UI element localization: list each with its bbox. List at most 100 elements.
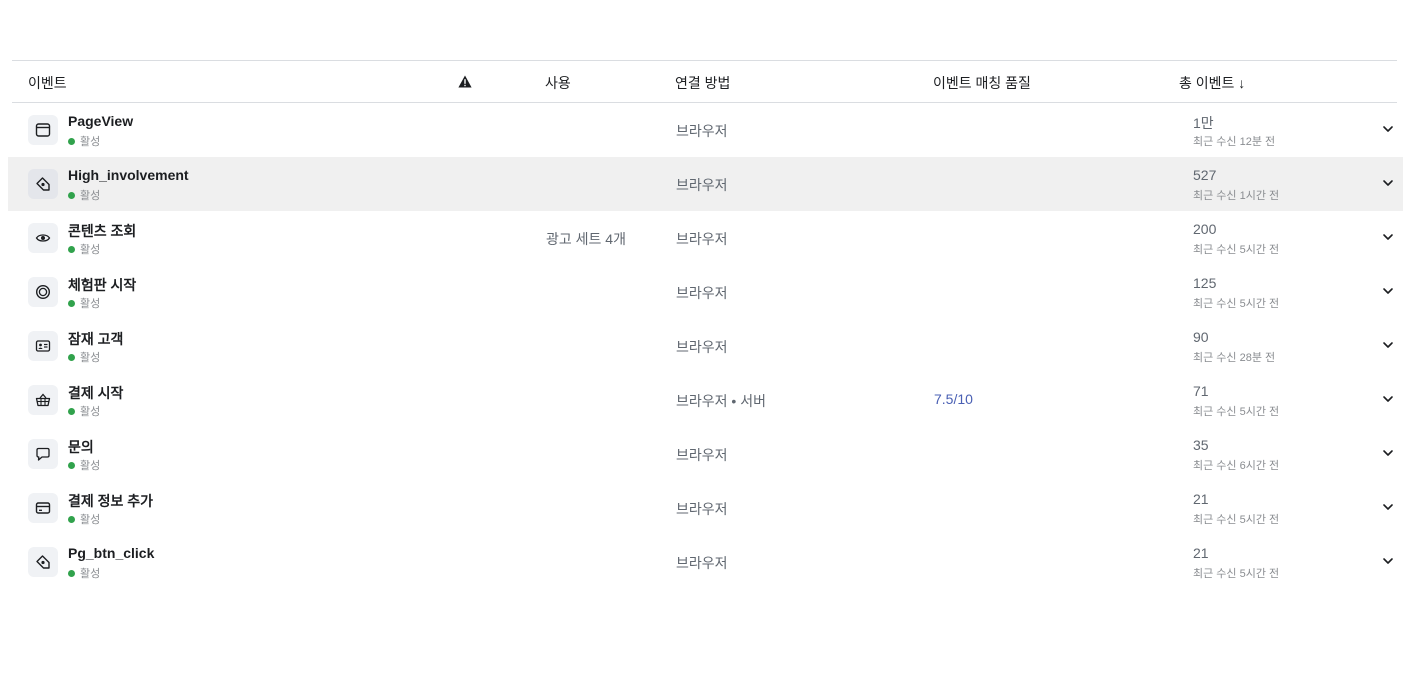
tag-icon (28, 547, 58, 577)
total-events: 35 (1193, 437, 1209, 453)
status-label: 활성 (80, 190, 101, 202)
status-dot (68, 407, 75, 415)
header-usage[interactable]: 사용 (545, 73, 571, 93)
total-events: 21 (1193, 491, 1209, 507)
browser-window-icon (28, 115, 58, 145)
connection-method: 브라우저 (676, 177, 728, 193)
total-events: 21 (1193, 545, 1209, 561)
status-label: 활성 (80, 460, 101, 472)
status-active: 활성 (68, 133, 100, 149)
status-active: 활성 (68, 403, 100, 419)
event-name[interactable]: 문의 (68, 437, 94, 457)
last-received: 최근 수신 5시간 전 (1193, 568, 1280, 580)
table-row[interactable]: 결제 정보 추가활성 브라우저 21 최근 수신 5시간 전 (12, 481, 1397, 535)
total-events: 71 (1193, 383, 1209, 399)
status-label: 활성 (80, 568, 101, 580)
last-received: 최근 수신 28분 전 (1193, 352, 1276, 364)
event-name[interactable]: 체험판 시작 (68, 275, 136, 295)
total-events: 200 (1193, 221, 1217, 237)
last-received: 최근 수신 5시간 전 (1193, 298, 1280, 310)
chevron-down-icon[interactable] (1382, 447, 1394, 459)
status-label: 활성 (80, 298, 101, 310)
status-dot (68, 245, 75, 253)
chevron-down-icon[interactable] (1382, 285, 1394, 297)
event-name[interactable]: High_involvement (68, 167, 189, 183)
chevron-down-icon[interactable] (1382, 123, 1394, 135)
status-dot (68, 353, 75, 361)
status-active: 활성 (68, 457, 100, 473)
status-label: 활성 (80, 514, 101, 526)
id-card-icon (28, 331, 58, 361)
warning-icon (458, 75, 472, 88)
event-match-quality[interactable]: 7.5/10 (934, 391, 973, 407)
event-name[interactable]: 결제 정보 추가 (68, 491, 153, 511)
chevron-down-icon[interactable] (1382, 339, 1394, 351)
connection-method: 브라우저 (676, 447, 728, 463)
event-name[interactable]: 콘텐츠 조회 (68, 221, 136, 241)
last-received: 최근 수신 12분 전 (1193, 136, 1276, 148)
header-quality[interactable]: 이벤트 매칭 품질 (933, 73, 1031, 93)
status-dot (68, 299, 75, 307)
header-total-events[interactable]: 총 이벤트 ↓ (1179, 73, 1245, 93)
chat-bubble-icon (28, 439, 58, 469)
event-name[interactable]: 결제 시작 (68, 383, 123, 403)
status-active: 활성 (68, 295, 100, 311)
status-dot (68, 461, 75, 469)
clock-icon (28, 277, 58, 307)
header-connection[interactable]: 연결 방법 (675, 73, 730, 93)
table-row[interactable]: PageView 활성 브라우저 1만최근 수신 12분 전 (12, 103, 1397, 157)
connection-method: 브라우저 (676, 123, 728, 139)
chevron-down-icon[interactable] (1382, 177, 1394, 189)
table-row[interactable]: Pg_btn_click 활성 브라우저 21 최근 수신 5시간 전 (12, 535, 1397, 589)
chevron-down-icon[interactable] (1382, 231, 1394, 243)
total-events: 125 (1193, 275, 1217, 291)
eye-icon (28, 223, 58, 253)
basket-icon (28, 385, 58, 415)
table-row[interactable]: 체험판 시작활성 브라우저 125 최근 수신 5시간 전 (12, 265, 1397, 319)
event-name[interactable]: Pg_btn_click (68, 545, 154, 561)
last-received: 최근 수신 6시간 전 (1193, 460, 1280, 472)
connection-method: 브라우저 (676, 231, 728, 247)
status-active: 활성 (68, 511, 100, 527)
connection-method: 브라우저 (676, 501, 728, 517)
status-label: 활성 (80, 406, 101, 418)
status-dot (68, 569, 75, 577)
status-active: 활성 (68, 187, 100, 203)
status-label: 활성 (80, 136, 101, 148)
credit-card-icon (28, 493, 58, 523)
event-name[interactable]: PageView (68, 113, 133, 129)
usage-value: 광고 세트 4개 (546, 231, 626, 247)
header-event[interactable]: 이벤트 (28, 73, 67, 93)
total-events: 527 (1193, 167, 1217, 183)
connection-method: 브라우저 (676, 339, 728, 355)
connection-method: 브라우저 (676, 285, 728, 301)
chevron-down-icon[interactable] (1382, 555, 1394, 567)
table-body: PageView 활성 브라우저 1만 최근 수신 12분 전 High_involvem… (8, 103, 1403, 589)
chevron-down-icon[interactable] (1382, 501, 1394, 513)
table-row[interactable]: High_involvement 활성 브라우저 527 최근 수신 1시간 전 (8, 157, 1403, 211)
last-received: 최근 수신 5시간 전 (1193, 244, 1280, 256)
status-dot (68, 515, 75, 523)
events-table: 이벤트 사용 연결 방법 이벤트 매칭 품질 총 이벤트 ↓ PageView 활… (8, 60, 1403, 589)
connection-method: 브라우저 (676, 555, 728, 571)
last-received: 최근 수신 1시간 전 (1193, 190, 1280, 202)
table-header: 이벤트 사용 연결 방법 이벤트 매칭 품질 총 이벤트 ↓ (12, 60, 1397, 103)
event-name[interactable]: 잠재 고객 (68, 329, 123, 349)
table-row[interactable]: 잠재 고객활성 브라우저 90 최근 수신 28분 전 (12, 319, 1397, 373)
last-received: 최근 수신 5시간 전 (1193, 514, 1280, 526)
chevron-down-icon[interactable] (1382, 393, 1394, 405)
status-dot (68, 137, 75, 145)
last-received: 최근 수신 5시간 전 (1193, 406, 1280, 418)
connection-method: 브라우저 • 서버 (676, 393, 766, 409)
table-row[interactable]: 결제 시작활성 브라우저 • 서버 7.5/10 71 최근 수신 5시간 전 (12, 373, 1397, 427)
table-row[interactable]: 콘텐츠 조회 활성 광고 세트 4개 브라우저 200 최근 수신 5시간 전 (12, 211, 1397, 265)
tag-icon (28, 169, 58, 199)
status-dot (68, 191, 75, 199)
status-active: 활성 (68, 349, 100, 365)
status-label: 활성 (80, 352, 101, 364)
status-active: 활성 (68, 565, 100, 581)
status-active: 활성 (68, 241, 100, 257)
total-events: 1만 (1193, 115, 1214, 131)
total-events: 90 (1193, 329, 1209, 345)
table-row[interactable]: 문의활성 브라우저 35 최근 수신 6시간 전 (12, 427, 1397, 481)
